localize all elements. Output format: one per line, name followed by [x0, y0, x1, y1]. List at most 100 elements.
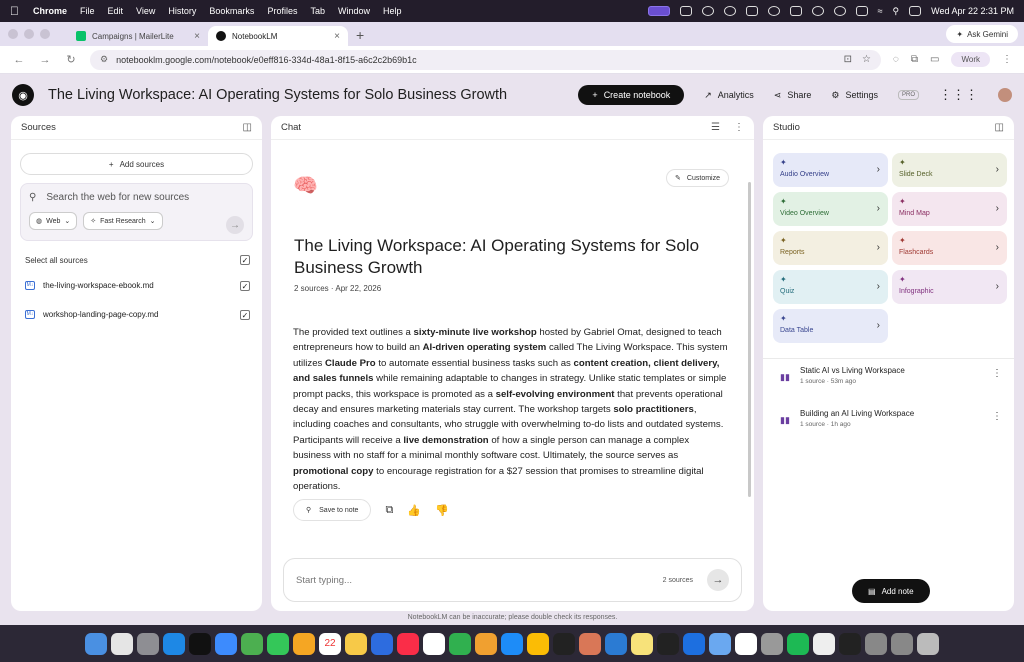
- studio-tile-data-table[interactable]: ✦ Data Table ›: [773, 309, 888, 343]
- ask-gemini-button[interactable]: ✦ Ask Gemini: [946, 25, 1018, 43]
- more-vert-icon[interactable]: ⋮: [734, 122, 744, 133]
- chevron-right-icon[interactable]: ›: [996, 281, 999, 292]
- close-tab-icon[interactable]: ×: [334, 31, 340, 42]
- help2-dock-icon[interactable]: [891, 632, 913, 655]
- spotlight-icon[interactable]: ⚲: [893, 6, 900, 17]
- launchpad-dock-icon[interactable]: [111, 632, 133, 655]
- copy-icon[interactable]: ⧉: [385, 504, 393, 517]
- settings-dock-icon[interactable]: [137, 632, 159, 655]
- chevron-right-icon[interactable]: ›: [877, 203, 880, 214]
- chevron-right-icon[interactable]: ›: [996, 164, 999, 175]
- help-dock-icon[interactable]: [865, 632, 887, 655]
- extension-icon[interactable]: ◌: [893, 54, 899, 65]
- apps-grid-icon[interactable]: ⋮⋮⋮: [939, 87, 978, 103]
- studio-tile-slide-deck[interactable]: ✦ Slide Deck ›: [892, 153, 1007, 187]
- menu-edit[interactable]: Edit: [108, 6, 124, 16]
- chevron-right-icon[interactable]: ›: [877, 242, 880, 253]
- studio-tile-audio-overview[interactable]: ✦ Audio Overview ›: [773, 153, 888, 187]
- chevron-right-icon[interactable]: ›: [996, 203, 999, 214]
- note-item[interactable]: ▮▮ Building an AI Living Workspace 1 sou…: [780, 409, 1002, 439]
- control-center-icon[interactable]: [909, 6, 922, 16]
- share-button[interactable]: ⋖ Share: [774, 90, 812, 101]
- music-dock-icon[interactable]: [397, 632, 419, 655]
- note-item[interactable]: ▮▮ Static AI vs Living Workspace 1 sourc…: [780, 366, 1002, 396]
- bookmark-star-icon[interactable]: ☆: [862, 54, 871, 65]
- settings-button[interactable]: ⚙ Settings: [831, 90, 878, 101]
- web-source-dropdown[interactable]: ◍ Web ⌄: [29, 212, 78, 230]
- maps-dock-icon[interactable]: [241, 632, 263, 655]
- more-vert-icon[interactable]: ⋮: [992, 411, 1002, 422]
- collapse-panel-icon[interactable]: ◫: [995, 122, 1004, 133]
- studio-tile-reports[interactable]: ✦ Reports ›: [773, 231, 888, 265]
- messages-dock-icon[interactable]: [267, 632, 289, 655]
- menu-bookmarks[interactable]: Bookmarks: [209, 6, 254, 16]
- thumbs-up-icon[interactable]: 👍: [407, 504, 421, 517]
- url-bar[interactable]: ⚙ notebooklm.google.com/notebook/e0eff81…: [90, 49, 881, 70]
- menu-view[interactable]: View: [136, 6, 155, 16]
- more-vert-icon[interactable]: ⋮: [992, 368, 1002, 379]
- chatgpt-dock-icon[interactable]: [189, 632, 211, 655]
- url-text[interactable]: notebooklm.google.com/notebook/e0eff816-…: [116, 55, 417, 65]
- studio-tile-mind-map[interactable]: ✦ Mind Map ›: [892, 192, 1007, 226]
- keyboard-icon[interactable]: [789, 6, 802, 16]
- save-to-note-button[interactable]: ⚲ Save to note: [293, 499, 372, 521]
- wifi-icon[interactable]: ≈: [878, 6, 883, 16]
- chrome-menu-icon[interactable]: ⋮: [1002, 54, 1012, 65]
- appstore-dock-icon[interactable]: [501, 632, 523, 655]
- preview-dock-icon[interactable]: [709, 632, 731, 655]
- tab-notebooklm[interactable]: NotebookLM ×: [208, 26, 348, 46]
- close-tab-icon[interactable]: ×: [194, 31, 200, 42]
- play-icon[interactable]: [833, 6, 846, 16]
- source-item[interactable]: M↓ the-living-workspace-ebook.md ✓: [25, 271, 250, 300]
- vscode-dock-icon[interactable]: [605, 632, 627, 655]
- site-info-icon[interactable]: ⚙: [100, 54, 108, 65]
- menu-history[interactable]: History: [168, 6, 196, 16]
- avatar[interactable]: [998, 88, 1012, 102]
- source-checkbox[interactable]: ✓: [240, 280, 250, 291]
- menu-file[interactable]: File: [80, 6, 95, 16]
- tab-mailerlite[interactable]: Campaigns | MailerLite ×: [68, 26, 208, 46]
- sync-icon[interactable]: [811, 6, 824, 16]
- capcut-dock-icon[interactable]: [735, 632, 757, 655]
- apple-icon[interactable]: : [10, 4, 19, 18]
- safari-dock-icon[interactable]: [163, 632, 185, 655]
- numbers-dock-icon[interactable]: [449, 632, 471, 655]
- chevron-right-icon[interactable]: ›: [996, 242, 999, 253]
- terminal-dock-icon[interactable]: [657, 632, 679, 655]
- source-checkbox[interactable]: ✓: [240, 309, 250, 320]
- install-app-icon[interactable]: ⊡: [844, 54, 852, 65]
- keynote-dock-icon[interactable]: [371, 632, 393, 655]
- screen-record-icon[interactable]: [647, 6, 670, 16]
- screenshot-dock-icon[interactable]: [761, 632, 783, 655]
- minimize-window-button[interactable]: [24, 29, 34, 39]
- studio-tile-infographic[interactable]: ✦ Infographic ›: [892, 270, 1007, 304]
- menu-profiles[interactable]: Profiles: [267, 6, 297, 16]
- menu-window[interactable]: Window: [338, 6, 370, 16]
- analytics-button[interactable]: ↗ Analytics: [704, 90, 754, 101]
- select-all-row[interactable]: Select all sources ✓: [25, 255, 250, 265]
- trash-dock-icon[interactable]: [917, 632, 939, 655]
- istat-dock-icon[interactable]: [839, 632, 861, 655]
- menu-help[interactable]: Help: [383, 6, 402, 16]
- notebook-title[interactable]: The Living Workspace: AI Operating Syste…: [48, 87, 507, 103]
- chat-scrollbar[interactable]: [748, 182, 751, 497]
- sidepanel-icon[interactable]: ▭: [930, 54, 939, 65]
- finder-dock-icon[interactable]: [85, 632, 107, 655]
- mail-dock-icon[interactable]: [215, 632, 237, 655]
- studio-tile-quiz[interactable]: ✦ Quiz ›: [773, 270, 888, 304]
- select-all-checkbox[interactable]: ✓: [240, 255, 250, 265]
- thumbs-down-icon[interactable]: 👎: [435, 504, 449, 517]
- profile-work-button[interactable]: Work: [951, 52, 990, 67]
- menubar-clock[interactable]: Wed Apr 22 2:31 PM: [931, 6, 1014, 16]
- search-input[interactable]: Search the web for new sources: [46, 192, 189, 203]
- create-notebook-button[interactable]: + Create notebook: [578, 85, 685, 105]
- source-item[interactable]: M↓ workshop-landing-page-copy.md ✓: [25, 300, 250, 329]
- research-mode-dropdown[interactable]: ✧ Fast Research ⌄: [83, 212, 163, 230]
- forward-icon[interactable]: →: [38, 54, 52, 66]
- battery-icon[interactable]: [855, 6, 868, 16]
- photos-dock-icon[interactable]: [293, 632, 315, 655]
- menu-tab[interactable]: Tab: [310, 6, 325, 16]
- close-window-button[interactable]: [8, 29, 18, 39]
- add-sources-button[interactable]: + Add sources: [20, 153, 253, 175]
- notes-dock-icon[interactable]: [345, 632, 367, 655]
